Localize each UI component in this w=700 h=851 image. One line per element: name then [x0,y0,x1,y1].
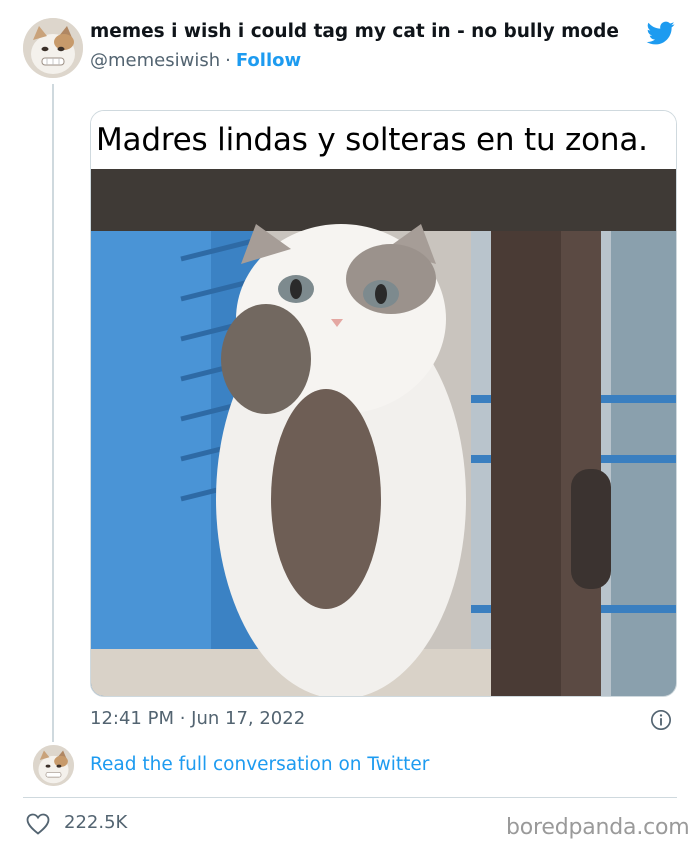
media-caption-band: Madres lindas y solteras en tu zona. [91,111,676,169]
display-name[interactable]: memes i wish i could tag my cat in - no … [90,21,619,42]
separator: · [225,50,231,71]
info-icon[interactable] [650,709,672,731]
like-count: 222.5K [64,812,128,833]
thread-line [52,84,54,742]
author-handle[interactable]: @memesiwish [90,50,220,71]
divider [23,797,677,798]
media-caption: Madres lindas y solteras en tu zona. [96,122,648,158]
twitter-bird-icon[interactable] [645,19,677,47]
watermark: boredpanda.com [506,815,690,840]
tweet-timestamp[interactable]: 12:41 PM · Jun 17, 2022 [90,708,305,729]
read-conversation-link[interactable]: Read the full conversation on Twitter [90,754,429,775]
reply-avatar[interactable] [33,745,74,786]
cat-photo [91,169,676,696]
heart-icon[interactable] [26,813,50,835]
follow-button[interactable]: Follow [236,50,301,71]
tweet-card: memes i wish i could tag my cat in - no … [0,0,700,851]
avatar[interactable] [23,18,83,78]
tweet-media[interactable]: Madres lindas y solteras en tu zona. [90,110,677,697]
author-meta: @memesiwish · Follow [90,50,301,71]
